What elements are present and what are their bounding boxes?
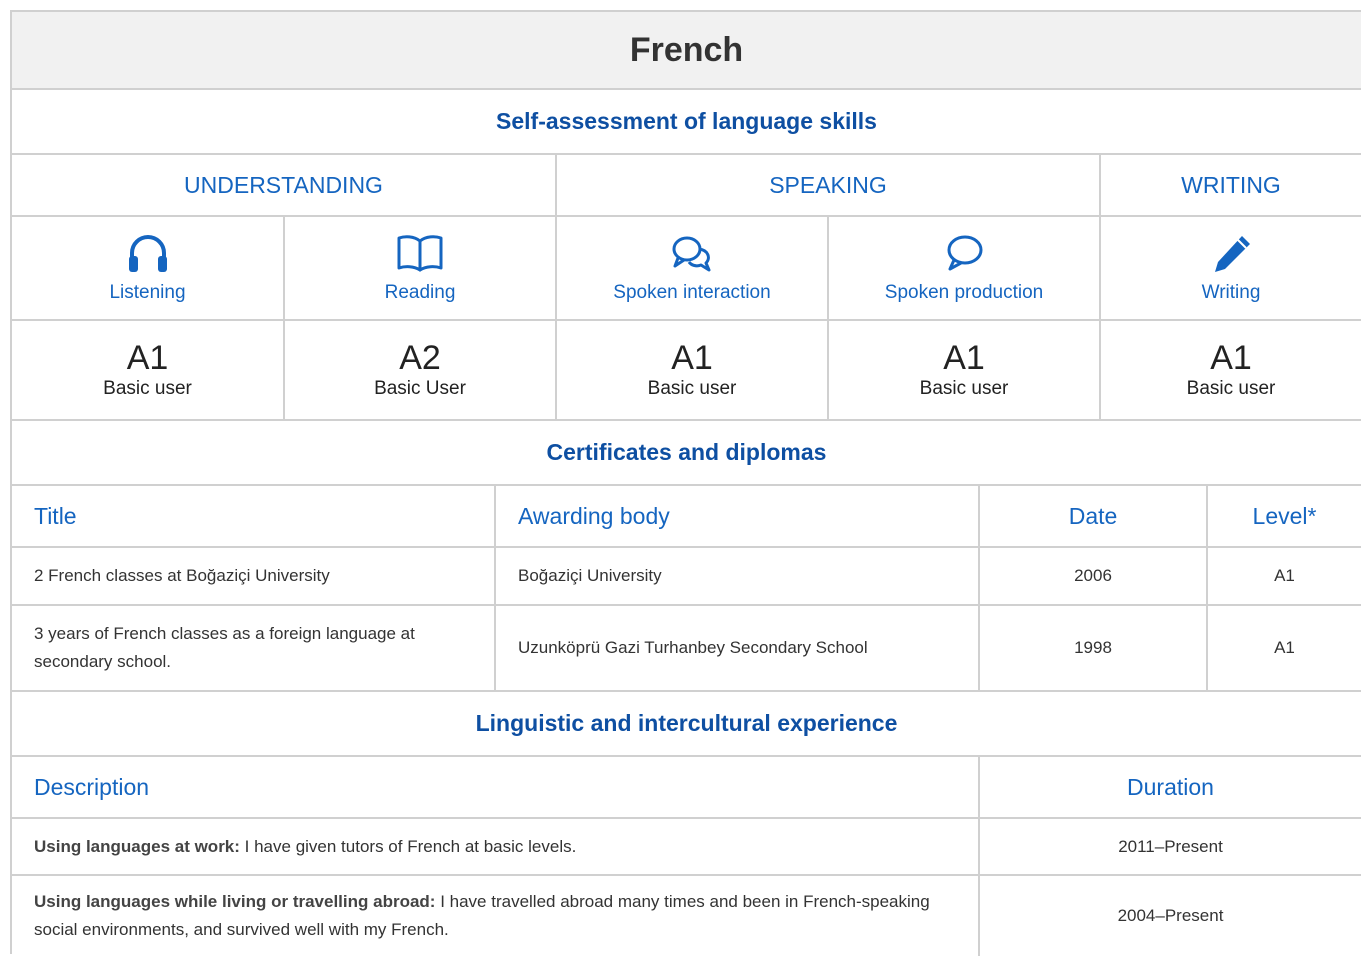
experience-text: I have given tutors of French at basic l… <box>239 836 577 856</box>
level-description: Basic User <box>374 378 466 399</box>
table-row: 3 years of French classes as a foreign l… <box>12 606 1361 692</box>
certificate-awarding-body: Uzunköprü Gazi Turhanbey Secondary Schoo… <box>518 638 868 657</box>
skill-spoken-production: Spoken production <box>829 217 1099 319</box>
level-code: A1 <box>1210 339 1252 377</box>
skill-spoken-interaction: Spoken interaction <box>557 217 827 319</box>
level-spoken-interaction: A1 Basic user <box>557 321 827 419</box>
level-description: Basic user <box>103 378 192 399</box>
experience-label: Using languages at work: <box>34 836 240 856</box>
certificate-level: A1 <box>1274 638 1295 657</box>
level-code: A1 <box>126 339 169 377</box>
self-assessment-heading: Self-assessment of language skills <box>496 108 877 134</box>
level-listening: A1 Basic user <box>12 321 283 419</box>
column-title: Title <box>34 502 77 529</box>
certificate-awarding-body: Boğaziçi University <box>518 566 662 585</box>
certificates-heading: Certificates and diplomas <box>546 439 827 465</box>
skill-label: Spoken interaction <box>613 282 771 303</box>
certificate-title: 3 years of French classes as a foreign l… <box>34 624 415 671</box>
level-code: A1 <box>671 339 713 377</box>
pencil-icon <box>1215 236 1250 272</box>
open-book-icon <box>397 235 443 272</box>
experience-duration: 2011–Present <box>1118 836 1223 856</box>
self-assessment-header: Self-assessment of language skills <box>12 90 1361 155</box>
language-title-bar: French <box>12 12 1361 90</box>
certificates-header: Certificates and diplomas <box>12 421 1361 486</box>
skill-label: Writing <box>1201 282 1261 303</box>
certificates-columns: Title Awarding body Date Level* <box>12 486 1361 548</box>
table-row: Using languages while living or travelli… <box>12 876 1361 956</box>
skill-listening: Listening <box>12 217 283 319</box>
column-date: Date <box>1068 502 1118 529</box>
column-duration: Duration <box>1127 773 1214 800</box>
certificate-title: 2 French classes at Boğaziçi University <box>34 566 330 585</box>
table-row: 2 French classes at Boğaziçi University … <box>12 548 1361 606</box>
skill-writing: Writing <box>1101 217 1361 319</box>
chat-bubbles-icon <box>672 236 711 272</box>
level-description: Basic user <box>1186 378 1276 399</box>
level-description: Basic user <box>647 378 737 399</box>
column-description: Description <box>34 773 150 800</box>
table-row: Using languages at work: I have given tu… <box>12 819 1361 876</box>
level-spoken-production: A1 Basic user <box>829 321 1099 419</box>
level-description: Basic user <box>919 378 1009 399</box>
certificate-date: 1998 <box>1074 638 1112 657</box>
skill-label: Listening <box>109 282 186 303</box>
certificate-level: A1 <box>1274 566 1295 585</box>
skill-label: Reading <box>384 282 456 303</box>
experience-description: Using languages at work: I have given tu… <box>12 819 978 874</box>
column-awarding-body: Awarding body <box>518 502 670 529</box>
language-card: French Self-assessment of language skill… <box>10 10 1361 956</box>
level-code: A2 <box>399 339 441 377</box>
level-code: A1 <box>943 339 985 377</box>
group-writing: WRITING <box>1181 171 1281 198</box>
skill-groups-row: UNDERSTANDING SPEAKING WRITING <box>12 155 1361 217</box>
certificate-date: 2006 <box>1074 566 1112 585</box>
skill-label: Spoken production <box>884 282 1044 303</box>
experience-label: Using languages while living or travelli… <box>34 892 436 911</box>
skills-row: Listening Reading Spoken interaction Spo… <box>12 217 1361 321</box>
group-speaking: SPEAKING <box>769 171 887 198</box>
levels-row: A1 Basic user A2 Basic User A1 Basic use… <box>12 321 1361 421</box>
experience-heading: Linguistic and intercultural experience <box>475 710 898 736</box>
language-title: French <box>629 30 744 69</box>
experience-description: Using languages while living or travelli… <box>12 876 978 956</box>
experience-duration: 2004–Present <box>1117 906 1224 925</box>
headphones-icon <box>128 235 167 272</box>
group-understanding: UNDERSTANDING <box>184 171 383 198</box>
column-level: Level* <box>1252 502 1317 529</box>
speech-bubble-icon <box>947 235 983 271</box>
level-writing: A1 Basic user <box>1101 321 1361 419</box>
level-reading: A2 Basic User <box>285 321 555 419</box>
experience-header: Linguistic and intercultural experience <box>12 692 1361 757</box>
skill-reading: Reading <box>285 217 555 319</box>
experience-columns: Description Duration <box>12 757 1361 819</box>
